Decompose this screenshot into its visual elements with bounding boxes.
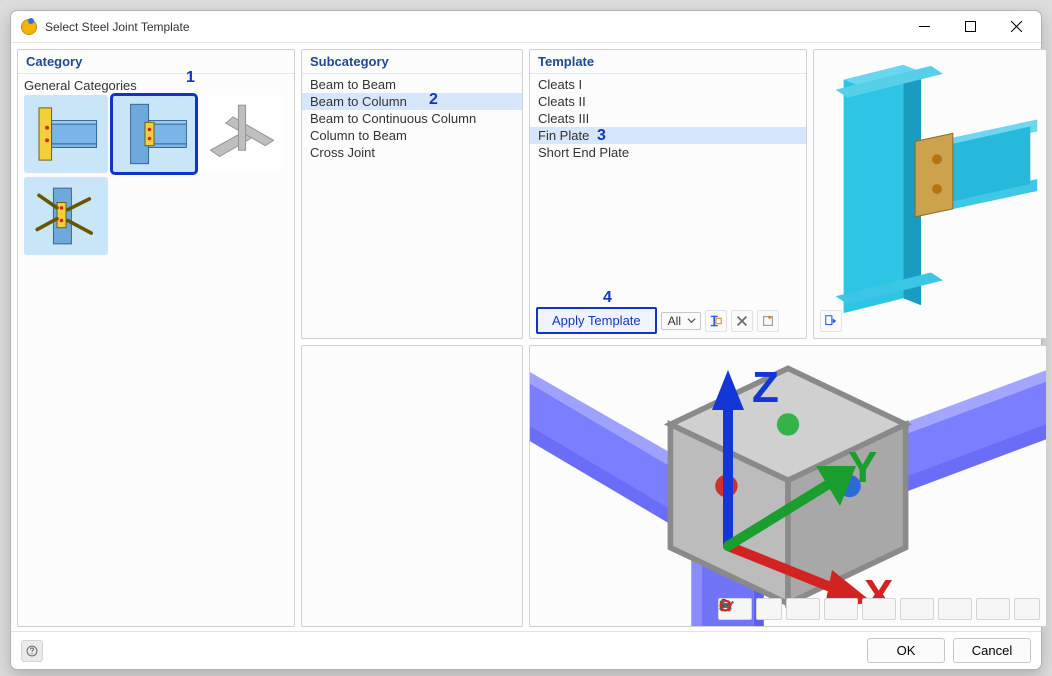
chevron-down-icon	[687, 316, 696, 325]
view-plane-xy-button[interactable]	[824, 598, 858, 620]
list-item[interactable]: Column to Beam	[302, 127, 522, 144]
list-item[interactable]: Beam to Beam	[302, 76, 522, 93]
view-reset-button[interactable]	[1014, 598, 1040, 620]
svg-text:Y: Y	[848, 443, 877, 492]
window-controls	[901, 12, 1039, 42]
view-display-mode-button[interactable]	[900, 598, 934, 620]
dialog-footer: OK Cancel	[11, 631, 1041, 669]
list-item[interactable]: Short End Plate	[530, 144, 806, 161]
subcategory-list: Beam to Beam Beam to Column Beam to Cont…	[302, 74, 522, 163]
window-title: Select Steel Joint Template	[45, 20, 190, 34]
template-list: Cleats I Cleats II Cleats III Fin Plate …	[530, 74, 806, 303]
preview-tool-button[interactable]	[820, 310, 842, 332]
view-axes-xyz-button[interactable]	[786, 598, 820, 620]
panel-viewport: Z Y X -Z	[529, 345, 1047, 627]
list-item[interactable]: Fin Plate	[530, 127, 806, 144]
template-actions: Apply Template All	[530, 303, 806, 338]
panel-template: Template Cleats I Cleats II Cleats III F…	[529, 49, 807, 339]
dialog-window: Select Steel Joint Template Category Gen…	[10, 10, 1042, 670]
close-button[interactable]	[993, 12, 1039, 42]
category-body: General Categories	[18, 74, 294, 259]
rename-button[interactable]	[705, 310, 727, 332]
viewport-3d[interactable]: Z Y X -Z	[530, 346, 1046, 626]
cancel-button[interactable]: Cancel	[953, 638, 1031, 663]
category-thumb-end-plate[interactable]	[24, 95, 108, 173]
category-thumb-complex[interactable]	[24, 177, 108, 255]
category-group-label: General Categories	[24, 78, 288, 93]
category-thumbs	[24, 95, 294, 255]
maximize-button[interactable]	[947, 12, 993, 42]
new-button[interactable]	[757, 310, 779, 332]
svg-text:Z: Z	[752, 363, 779, 412]
help-button[interactable]	[21, 640, 43, 662]
ok-button[interactable]: OK	[867, 638, 945, 663]
panel-preview	[813, 49, 1047, 339]
view-minus-z-button[interactable]: -Z	[862, 598, 896, 620]
apply-template-button[interactable]: Apply Template	[536, 307, 657, 334]
template-filter: All	[661, 312, 701, 330]
filter-label: All	[668, 314, 681, 328]
minimize-button[interactable]	[901, 12, 947, 42]
viewport-toolbar: -Z	[718, 598, 1040, 620]
dialog-body: Category General Categories	[11, 43, 1041, 669]
list-item[interactable]: Cleats I	[530, 76, 806, 93]
category-thumb-beam-column[interactable]	[112, 95, 196, 173]
list-item[interactable]: Cross Joint	[302, 144, 522, 161]
subcategory-header: Subcategory	[302, 50, 522, 74]
app-icon	[21, 19, 37, 35]
list-item[interactable]: Beam to Column	[302, 93, 522, 110]
delete-button[interactable]	[731, 310, 753, 332]
list-item[interactable]: Beam to Continuous Column	[302, 110, 522, 127]
panel-subcategory: Subcategory Beam to Beam Beam to Column …	[301, 49, 523, 339]
list-item[interactable]: Cleats II	[530, 93, 806, 110]
titlebar: Select Steel Joint Template	[11, 11, 1041, 43]
axis-indicator: Z Y X	[530, 346, 1046, 626]
view-wireframe-button[interactable]	[938, 598, 972, 620]
view-print-button[interactable]	[976, 598, 1010, 620]
content-grid: Category General Categories	[11, 43, 1041, 631]
category-header: Category	[18, 50, 294, 74]
panel-category: Category General Categories	[17, 49, 295, 627]
category-thumb-truss[interactable]	[200, 95, 284, 173]
template-header: Template	[530, 50, 806, 74]
view-zoom-extents-button[interactable]	[756, 598, 782, 620]
list-item[interactable]: Cleats III	[530, 110, 806, 127]
panel-properties	[301, 345, 523, 627]
filter-dropdown[interactable]: All	[661, 312, 701, 330]
preview-image	[813, 50, 1047, 338]
